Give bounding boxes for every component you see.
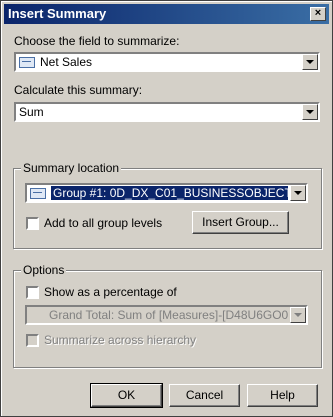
chevron-down-icon[interactable] — [290, 185, 306, 201]
summary-label: Calculate this summary: — [14, 83, 143, 97]
show-percentage-checkbox[interactable] — [26, 286, 39, 299]
percentage-value: Grand Total: Sum of [Measures]-[D48U6GO0… — [49, 308, 288, 322]
summarize-hierarchy-label: Summarize across hierarchy — [44, 333, 197, 347]
chevron-down-icon[interactable] — [302, 104, 318, 120]
chevron-down-icon[interactable] — [290, 307, 306, 323]
help-button[interactable]: Help — [247, 384, 318, 407]
show-percentage-label: Show as a percentage of — [44, 285, 177, 299]
insert-summary-dialog: Insert Summary × Choose the field to sum… — [0, 0, 333, 417]
summary-location-group — [13, 168, 322, 249]
location-combo[interactable]: Group #1: 0D_DX_C01_BUSINESSOBJECTS_QRY_ — [25, 183, 308, 203]
summary-value: Sum — [19, 105, 44, 119]
location-value: Group #1: 0D_DX_C01_BUSINESSOBJECTS_QRY_ — [51, 186, 288, 200]
insert-group-button[interactable]: Insert Group... — [192, 211, 289, 234]
title-bar: Insert Summary × — [4, 4, 329, 24]
close-button[interactable]: × — [310, 7, 326, 21]
percentage-combo[interactable]: Grand Total: Sum of [Measures]-[D48U6GO0… — [25, 305, 308, 325]
field-combo[interactable]: Net Sales — [14, 52, 320, 72]
group-icon — [30, 188, 46, 200]
add-all-groups-label: Add to all group levels — [44, 216, 163, 230]
close-icon: × — [314, 7, 322, 19]
options-title: Options — [21, 263, 67, 277]
field-label: Choose the field to summarize: — [14, 34, 180, 48]
field-value: Net Sales — [40, 55, 93, 69]
ok-button[interactable]: OK — [90, 383, 163, 408]
dialog-title: Insert Summary — [8, 6, 107, 21]
cancel-button[interactable]: Cancel — [169, 384, 240, 407]
summary-combo[interactable]: Sum — [14, 102, 320, 122]
summarize-hierarchy-checkbox[interactable] — [26, 334, 39, 347]
summary-location-title: Summary location — [21, 161, 122, 175]
field-icon — [19, 57, 35, 69]
chevron-down-icon[interactable] — [302, 54, 318, 70]
add-all-groups-checkbox[interactable] — [26, 217, 39, 230]
